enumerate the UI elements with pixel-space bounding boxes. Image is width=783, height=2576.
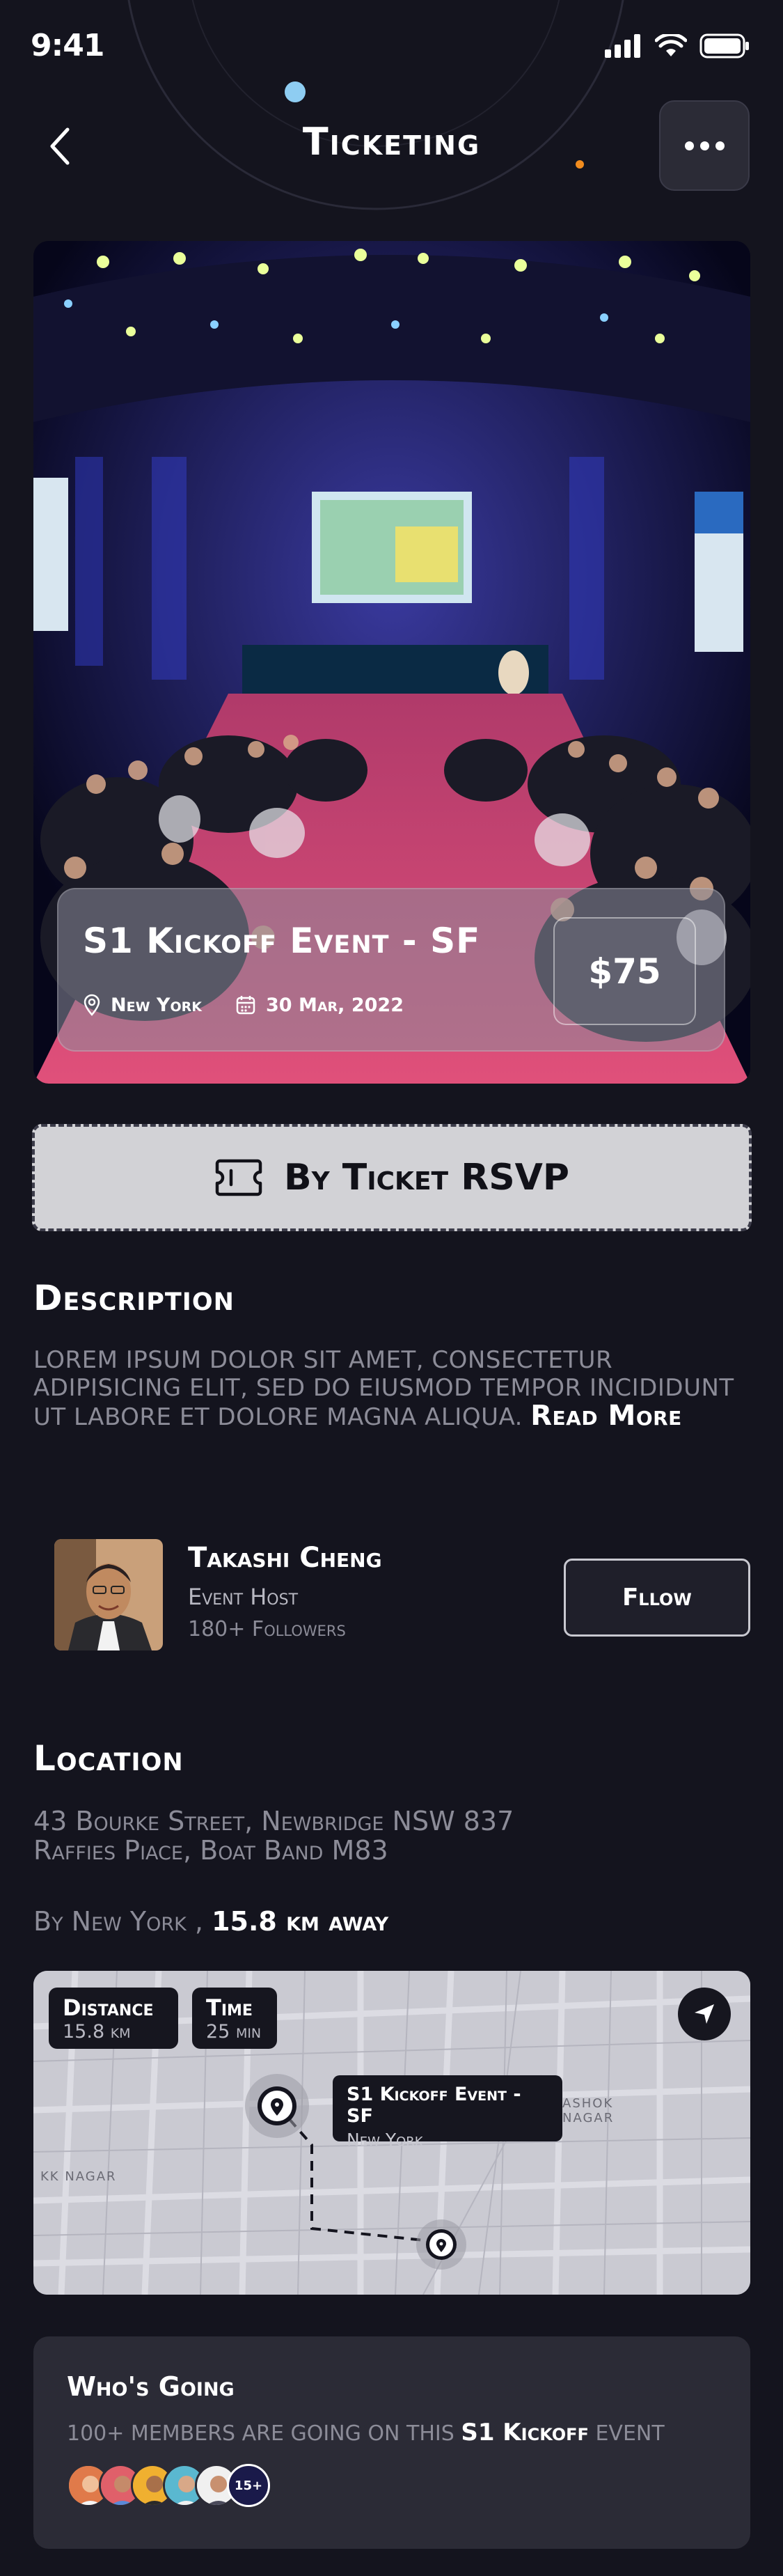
distance-away: 15.8 km away	[212, 1906, 389, 1937]
more-options-button[interactable]	[659, 100, 750, 191]
time-chip: Time 25 min	[192, 1988, 277, 2049]
distance-line: By New York , 15.8 km away	[33, 1906, 388, 1937]
map-tooltip-title: S1 Kickoff Event - SF	[347, 2084, 521, 2127]
wifi-icon	[655, 34, 687, 56]
time-chip-value: 25 min	[206, 2021, 262, 2043]
address: 43 Bourke Street, Newbridge NSW 837 Raff…	[33, 1806, 514, 1865]
description-text: Lorem ipsum dolor sit amet, consectetur …	[33, 1346, 736, 1431]
more-attendees-badge[interactable]: 15+	[227, 2464, 270, 2507]
battery-icon	[699, 33, 749, 58]
address-line-2: Raffies Piace, Boat Band M83	[33, 1835, 388, 1866]
address-line-1: 43 Bourke Street, Newbridge NSW 837	[33, 1806, 514, 1836]
end-marker-icon	[416, 2219, 466, 2270]
signal-icon	[605, 34, 640, 58]
ticket-icon	[215, 1159, 262, 1196]
calendar-icon	[236, 996, 255, 1015]
more-dot-icon	[715, 141, 725, 150]
status-time: 9:41	[31, 28, 104, 63]
event-location-text: New York	[111, 994, 202, 1016]
event-info-card: S1 Kickoff Event - SF New York 30 Mar, 2…	[57, 888, 725, 1052]
map-area-label: ASHOK NAGAR	[562, 2096, 615, 2125]
time-chip-label: Time	[206, 1995, 253, 2021]
going-text-suffix: event	[595, 2421, 665, 2446]
navigation-arrow-icon	[695, 2004, 714, 2024]
status-bar: 9:41	[0, 0, 783, 91]
navigate-button[interactable]	[678, 1988, 731, 2040]
location-title: Location	[33, 1738, 184, 1779]
read-more-link[interactable]: Read More	[530, 1400, 682, 1432]
start-marker-icon	[245, 2074, 309, 2138]
by-location: By New York ,	[33, 1906, 203, 1937]
distance-chip-value: 15.8 km	[63, 2021, 131, 2043]
event-meta: New York 30 Mar, 2022	[83, 994, 404, 1016]
map-tooltip-subtitle: New York	[347, 2130, 423, 2150]
map-tooltip: S1 Kickoff Event - SF New York	[333, 2075, 562, 2150]
distance-chip: Distance 15.8 km	[49, 1988, 178, 2049]
whos-going-card: Who's Going 100+ members are going on th…	[33, 2336, 750, 2549]
location-pin-icon	[84, 994, 100, 1016]
more-dot-icon	[699, 141, 709, 150]
going-highlight: S1 Kickoff	[461, 2419, 589, 2446]
whos-going-text: 100+ members are going on this S1 Kickof…	[67, 2419, 665, 2446]
map-area-label: KK NAGAR	[40, 2169, 117, 2184]
event-date-text: 30 Mar, 2022	[266, 994, 404, 1016]
follow-button[interactable]: Fllow	[564, 1559, 750, 1637]
rsvp-button[interactable]: By Ticket RSVP	[32, 1124, 752, 1231]
more-dot-icon	[684, 141, 694, 150]
going-text-prefix: 100+ members are going on this	[67, 2421, 454, 2446]
event-title: S1 Kickoff Event - SF	[83, 921, 481, 961]
host-followers: 180+ Followers	[188, 1617, 346, 1641]
host-role: Event Host	[188, 1584, 299, 1610]
event-price: $75	[553, 917, 696, 1025]
distance-chip-label: Distance	[63, 1995, 154, 2021]
host-avatar[interactable]	[54, 1539, 163, 1650]
rsvp-label: By Ticket RSVP	[283, 1157, 570, 1199]
event-date: 30 Mar, 2022	[235, 994, 404, 1016]
map-view[interactable]: KK NAGAR ASHOK NAGAR Distance 15.8 km Ti…	[33, 1971, 750, 2295]
whos-going-title: Who's Going	[67, 2371, 235, 2402]
description-title: Description	[33, 1278, 235, 1318]
event-location: New York	[83, 994, 202, 1016]
status-icons	[605, 33, 750, 58]
host-name: Takashi Cheng	[188, 1542, 382, 1574]
